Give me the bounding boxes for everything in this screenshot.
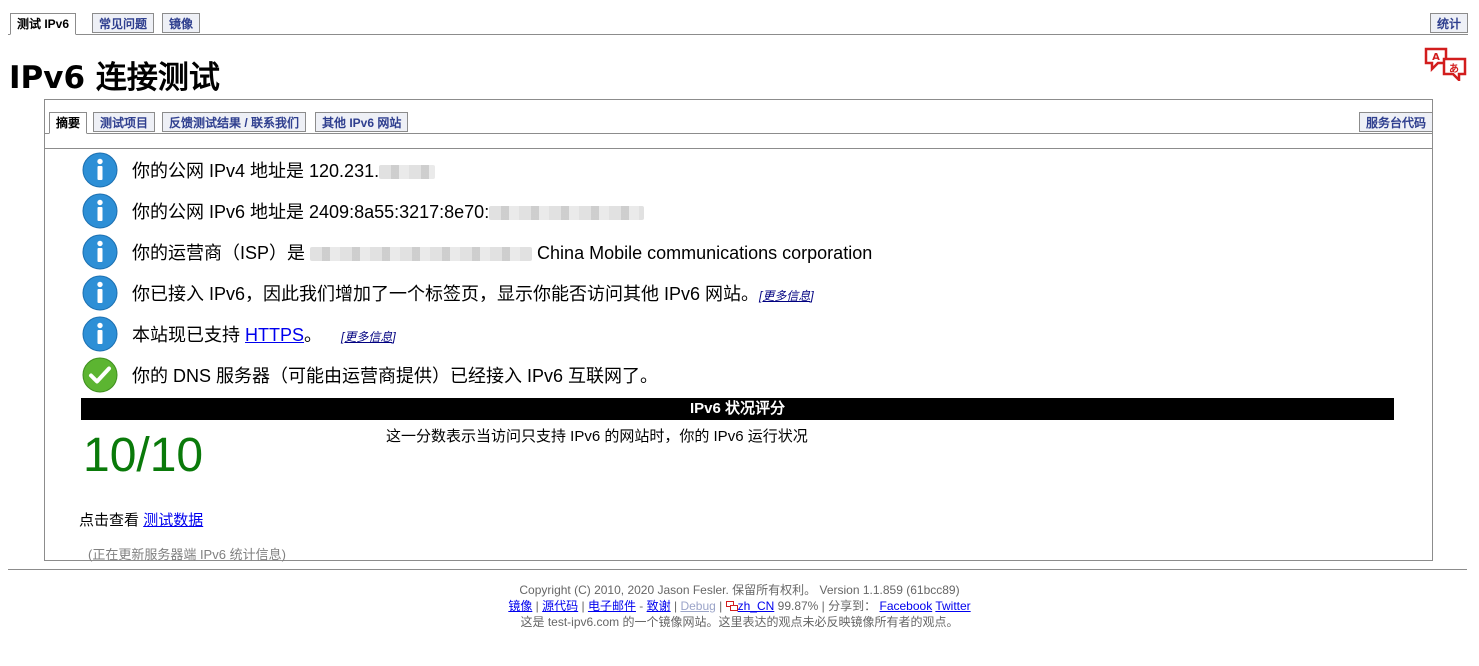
footer-rule: [8, 569, 1467, 570]
more-info-link[interactable]: 更多信息: [762, 289, 810, 303]
dns-row: 你的 DNS 服务器（可能由运营商提供）已经接入 IPv6 互联网了。: [82, 357, 658, 393]
sub-tab-rule: [45, 133, 1432, 134]
stats-updating-note: (正在更新服务器端 IPv6 统计信息): [88, 547, 286, 562]
info-icon: [82, 275, 118, 311]
more-info-bracket-https: [更多信息]: [341, 330, 396, 344]
https-suffix: 。: [304, 325, 323, 345]
top-tab-bar: 测试 IPv6 常见问题 镜像 统计: [0, 0, 1469, 36]
tab-faq[interactable]: 常见问题: [92, 13, 155, 33]
mirror-note: 这是 test-ipv6.com 的一个镜像网站。这里表达的观点未必反映镜像所有…: [520, 615, 959, 629]
footer-debug-link[interactable]: Debug: [680, 599, 715, 613]
footer-share-label: 分享到：: [828, 599, 877, 613]
score-description: 这一分数表示当访问只支持 IPv6 的网站时，你的 IPv6 运行状况: [386, 428, 808, 445]
score-value: 10/10: [83, 429, 204, 482]
isp-name: China Mobile communications corporation: [537, 243, 873, 263]
more-info-link-https[interactable]: 更多信息: [344, 330, 392, 344]
top-tab-rule: [8, 34, 1468, 35]
footer-twitter-link[interactable]: Twitter: [935, 599, 970, 613]
tab-summary[interactable]: 摘要: [49, 112, 88, 134]
ipv6-row: 你的公网 IPv6 地址是 2409:8a55:3217:8e70:: [82, 193, 645, 229]
footer-dash: -: [635, 599, 647, 613]
svg-text:あ: あ: [1449, 62, 1459, 75]
redacted-ipv4: [379, 165, 436, 180]
score-header: IPv6 状况评分: [81, 398, 1394, 420]
tab-stats[interactable]: 统计: [1430, 13, 1469, 33]
tab-helpdesk-code[interactable]: 服务台代码: [1359, 112, 1434, 132]
test-data-prefix: 点击查看: [79, 512, 140, 529]
tab-mirrors[interactable]: 镜像: [162, 13, 201, 33]
tab-tests[interactable]: 测试项目: [93, 112, 156, 132]
more-info-bracket: [更多信息]: [759, 289, 814, 303]
footer: Copyright (C) 2010, 2020 Jason Fesler. 保…: [0, 582, 1479, 630]
dns-text: 你的 DNS 服务器（可能由运营商提供）已经接入 IPv6 互联网了。: [132, 366, 659, 386]
footer-percent: 99.87%: [777, 599, 819, 613]
redacted-isp: [310, 247, 533, 262]
svg-text:A: A: [1432, 52, 1440, 63]
footer-email-link[interactable]: 电子邮件: [588, 599, 636, 613]
https-label: 本站现已支持: [132, 325, 240, 345]
isp-text: 你的运营商（ISP）是 China Mobile communications …: [132, 239, 872, 265]
test-data-link[interactable]: 测试数据: [143, 512, 203, 529]
footer-thanks-link[interactable]: 致谢: [647, 599, 671, 613]
footer-locale-link[interactable]: zh_CN: [738, 599, 775, 613]
https-link[interactable]: HTTPS: [245, 325, 304, 345]
ipv6-text: 你的公网 IPv6 地址是 2409:8a55:3217:8e70:: [132, 198, 645, 224]
info-icon: [82, 316, 118, 352]
tab-test-ipv6[interactable]: 测试 IPv6: [10, 13, 77, 35]
ipv6-tab-label: 你已接入 IPv6，因此我们增加了一个标签页，显示你能否访问其他 IPv6 网站…: [132, 284, 760, 304]
info-icon: [82, 152, 118, 188]
redacted-ipv6: [489, 206, 645, 221]
ipv6-label: 你的公网 IPv6 地址是 2409:8a55:3217:8e70:: [132, 202, 490, 222]
ipv4-row: 你的公网 IPv4 地址是 120.231.: [82, 152, 436, 188]
language-icon: [725, 601, 738, 611]
page-title: IPv6 连接测试: [9, 60, 220, 96]
tab-other-ipv6-sites[interactable]: 其他 IPv6 网站: [315, 112, 409, 132]
https-text: 本站现已支持 HTTPS。 [更多信息]: [132, 321, 396, 347]
footer-facebook-link[interactable]: Facebook: [880, 599, 933, 613]
ipv6-tab-row: 你已接入 IPv6，因此我们增加了一个标签页，显示你能否访问其他 IPv6 网站…: [82, 275, 814, 311]
info-icon: [82, 193, 118, 229]
isp-label: 你的运营商（ISP）是: [132, 243, 306, 263]
copyright: Copyright (C) 2010, 2020 Jason Fesler. 保…: [519, 583, 960, 597]
footer-links: 镜像 | 源代码 | 电子邮件 - 致谢 | Debug | zh_CN 99.…: [508, 599, 971, 613]
sub-tab-rule-secondary: [45, 148, 1432, 149]
footer-mirror-link[interactable]: 镜像: [508, 599, 532, 613]
isp-row: 你的运营商（ISP）是 China Mobile communications …: [82, 234, 872, 270]
ipv4-label: 你的公网 IPv4 地址是 120.231.: [132, 161, 380, 181]
ipv6-tab-text: 你已接入 IPv6，因此我们增加了一个标签页，显示你能否访问其他 IPv6 网站…: [132, 280, 814, 306]
test-data-line: 点击查看 测试数据: [79, 509, 203, 530]
https-row: 本站现已支持 HTTPS。 [更多信息]: [82, 316, 396, 352]
footer-source-link[interactable]: 源代码: [542, 599, 578, 613]
ipv4-text: 你的公网 IPv4 地址是 120.231.: [132, 157, 436, 183]
check-icon: [82, 357, 118, 393]
tab-feedback[interactable]: 反馈测试结果 / 联系我们: [162, 112, 307, 132]
translate-icon[interactable]: A あ: [1424, 47, 1468, 81]
info-icon: [82, 234, 118, 270]
main-panel: 摘要 测试项目 反馈测试结果 / 联系我们 其他 IPv6 网站 服务台代码 你…: [44, 99, 1434, 562]
